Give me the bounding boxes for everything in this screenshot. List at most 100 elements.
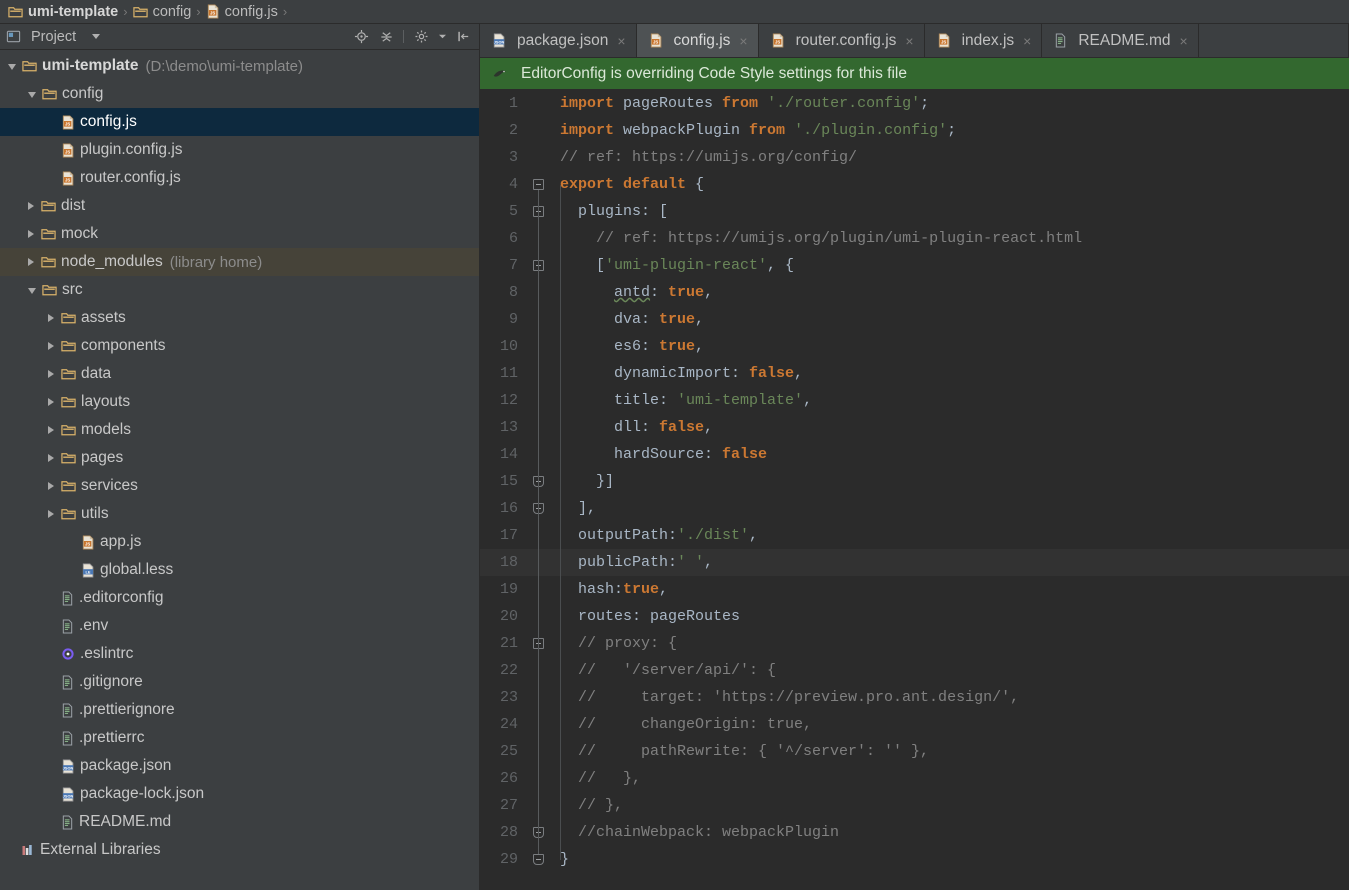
close-icon[interactable]: × bbox=[617, 33, 625, 49]
fold-gutter[interactable] bbox=[526, 198, 552, 225]
breadcrumb-item-umi-template[interactable]: umi-template bbox=[8, 4, 118, 20]
code-line[interactable]: 28 //chainWebpack: webpackPlugin bbox=[480, 819, 1349, 846]
code-line[interactable]: 15 }] bbox=[480, 468, 1349, 495]
tree-row-data[interactable]: data bbox=[0, 360, 479, 388]
chevron-right-icon[interactable] bbox=[28, 258, 34, 266]
editor-tab-router-config-js[interactable]: JS router.config.js × bbox=[759, 24, 925, 57]
tree-row-global-less[interactable]: LE global.less bbox=[0, 556, 479, 584]
tree-row-node-modules[interactable]: node_modules (library home) bbox=[0, 248, 479, 276]
tree-row-env[interactable]: .env bbox=[0, 612, 479, 640]
code-line[interactable]: 5 plugins: [ bbox=[480, 198, 1349, 225]
tree-row-layouts[interactable]: layouts bbox=[0, 388, 479, 416]
chevron-right-icon[interactable] bbox=[48, 426, 54, 434]
fold-gutter[interactable] bbox=[526, 225, 552, 252]
project-tree[interactable]: umi-template (D:\demo\umi-template) config… bbox=[0, 50, 479, 890]
code-line[interactable]: 16 ], bbox=[480, 495, 1349, 522]
code-line[interactable]: 9 dva: true, bbox=[480, 306, 1349, 333]
tree-row-config[interactable]: config bbox=[0, 80, 479, 108]
tree-row-services[interactable]: services bbox=[0, 472, 479, 500]
code-line[interactable]: 22 // '/server/api/': { bbox=[480, 657, 1349, 684]
code-line[interactable]: 26 // }, bbox=[480, 765, 1349, 792]
chevron-right-icon[interactable] bbox=[28, 202, 34, 210]
breadcrumb-item-config-js[interactable]: JS config.js bbox=[206, 4, 278, 20]
fold-gutter[interactable] bbox=[526, 387, 552, 414]
editor-tab-index-js[interactable]: JS index.js × bbox=[925, 24, 1043, 57]
tree-row-eslintrc[interactable]: .eslintrc bbox=[0, 640, 479, 668]
breadcrumb-item-config[interactable]: config bbox=[132, 4, 191, 20]
tree-row-components[interactable]: components bbox=[0, 332, 479, 360]
editor-tab-config-js[interactable]: JS config.js × bbox=[636, 24, 759, 57]
code-line[interactable]: 18 publicPath:' ', bbox=[480, 549, 1349, 576]
tree-row-models[interactable]: models bbox=[0, 416, 479, 444]
code-line[interactable]: 3 // ref: https://umijs.org/config/ bbox=[480, 144, 1349, 171]
fold-end-icon[interactable] bbox=[533, 854, 544, 865]
fold-gutter[interactable] bbox=[526, 603, 552, 630]
code-line[interactable]: 2 import webpackPlugin from './plugin.con… bbox=[480, 117, 1349, 144]
fold-gutter[interactable] bbox=[526, 171, 552, 198]
fold-gutter[interactable] bbox=[526, 279, 552, 306]
tree-row-config-js[interactable]: JS config.js bbox=[0, 108, 479, 136]
code-line[interactable]: 29} bbox=[480, 846, 1349, 873]
tree-row-router-config-js[interactable]: JS router.config.js bbox=[0, 164, 479, 192]
code-line[interactable]: 12 title: 'umi-template', bbox=[480, 387, 1349, 414]
fold-gutter[interactable] bbox=[526, 333, 552, 360]
chevron-down-icon[interactable] bbox=[28, 92, 36, 98]
fold-gutter[interactable] bbox=[526, 441, 552, 468]
chevron-right-icon[interactable] bbox=[48, 314, 54, 322]
code-line[interactable]: 21 // proxy: { bbox=[480, 630, 1349, 657]
fold-gutter[interactable] bbox=[526, 846, 552, 873]
settings-dropdown-caret-icon[interactable] bbox=[438, 29, 446, 45]
tree-row-package-json[interactable]: JSON package.json bbox=[0, 752, 479, 780]
fold-gutter[interactable] bbox=[526, 522, 552, 549]
chevron-right-icon[interactable] bbox=[48, 370, 54, 378]
tree-row-package-lock-json[interactable]: JSON package-lock.json bbox=[0, 780, 479, 808]
tree-row-src[interactable]: src bbox=[0, 276, 479, 304]
code-line[interactable]: 8 antd: true, bbox=[480, 279, 1349, 306]
tree-row-dist[interactable]: dist bbox=[0, 192, 479, 220]
fold-gutter[interactable] bbox=[526, 630, 552, 657]
tree-row-pages[interactable]: pages bbox=[0, 444, 479, 472]
code-line[interactable]: 10 es6: true, bbox=[480, 333, 1349, 360]
close-icon[interactable]: × bbox=[739, 33, 747, 49]
code-line[interactable]: 1 import pageRoutes from './router.config… bbox=[480, 90, 1349, 117]
locate-target-icon[interactable] bbox=[353, 29, 369, 45]
code-line[interactable]: 4 export default { bbox=[480, 171, 1349, 198]
tree-row-plugin-config-js[interactable]: JS plugin.config.js bbox=[0, 136, 479, 164]
chevron-right-icon[interactable] bbox=[48, 342, 54, 350]
tree-row-utils[interactable]: utils bbox=[0, 500, 479, 528]
tree-row-prettierrc[interactable]: .prettierrc bbox=[0, 724, 479, 752]
tree-row-external-libraries[interactable]: External Libraries bbox=[0, 836, 479, 864]
fold-gutter[interactable] bbox=[526, 576, 552, 603]
code-line[interactable]: 20 routes: pageRoutes bbox=[480, 603, 1349, 630]
tree-row-mock[interactable]: mock bbox=[0, 220, 479, 248]
fold-gutter[interactable] bbox=[526, 765, 552, 792]
code-line[interactable]: 27 // }, bbox=[480, 792, 1349, 819]
close-icon[interactable]: × bbox=[1180, 33, 1188, 49]
code-line[interactable]: 23 // target: 'https://preview.pro.ant.d… bbox=[480, 684, 1349, 711]
fold-gutter[interactable] bbox=[526, 684, 552, 711]
tree-row-gitignore[interactable]: .gitignore bbox=[0, 668, 479, 696]
code-line[interactable]: 13 dll: false, bbox=[480, 414, 1349, 441]
code-line[interactable]: 14 hardSource: false bbox=[480, 441, 1349, 468]
tree-row-assets[interactable]: assets bbox=[0, 304, 479, 332]
chevron-down-icon[interactable] bbox=[8, 64, 16, 70]
chevron-right-icon[interactable] bbox=[48, 482, 54, 490]
code-line[interactable]: 19 hash:true, bbox=[480, 576, 1349, 603]
tree-row-readme-md[interactable]: README.md bbox=[0, 808, 479, 836]
close-icon[interactable]: × bbox=[1023, 33, 1031, 49]
fold-gutter[interactable] bbox=[526, 819, 552, 846]
fold-gutter[interactable] bbox=[526, 360, 552, 387]
code-line[interactable]: 11 dynamicImport: false, bbox=[480, 360, 1349, 387]
fold-gutter[interactable] bbox=[526, 306, 552, 333]
code-line[interactable]: 6 // ref: https://umijs.org/plugin/umi-p… bbox=[480, 225, 1349, 252]
fold-gutter[interactable] bbox=[526, 468, 552, 495]
tree-row-umi-template[interactable]: umi-template (D:\demo\umi-template) bbox=[0, 52, 479, 80]
project-panel-title[interactable]: Project bbox=[6, 29, 101, 45]
code-editor[interactable]: 1 import pageRoutes from './router.config… bbox=[480, 90, 1349, 890]
fold-gutter[interactable] bbox=[526, 711, 552, 738]
collapse-all-icon[interactable] bbox=[378, 29, 394, 45]
chevron-right-icon[interactable] bbox=[28, 230, 34, 238]
settings-gear-icon[interactable] bbox=[413, 29, 429, 45]
hide-panel-icon[interactable] bbox=[455, 29, 471, 45]
chevron-right-icon[interactable] bbox=[48, 398, 54, 406]
